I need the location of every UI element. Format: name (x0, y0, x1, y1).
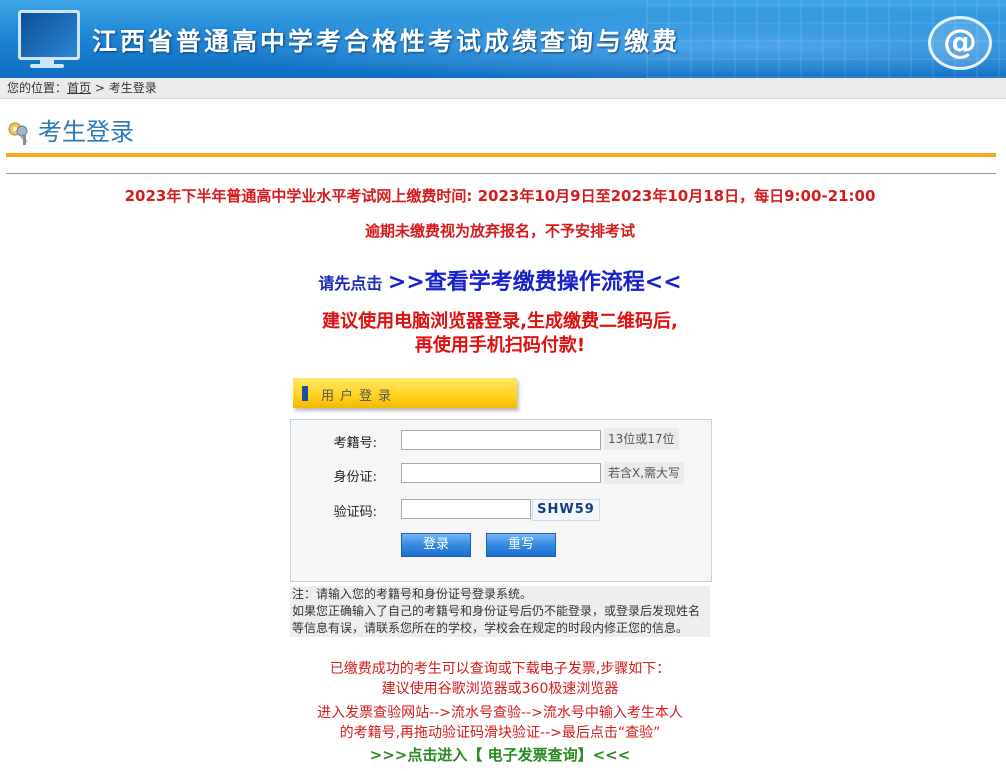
invoice-tip-line1: 已缴费成功的考生可以查询或下载电子发票,步骤如下： (329, 661, 671, 677)
site-title: 江西省普通高中学考合格性考试成绩查询与缴费 (92, 27, 681, 56)
deadline-warning: 逾期未缴费视为放弃报名，不予安排考试 (364, 222, 635, 240)
browser-advice-line2: 再使用手机扫码付款! (414, 335, 586, 356)
process-notice-prefix: 请先点击 (318, 274, 388, 293)
tab-marker-icon (302, 386, 308, 401)
id-card-label: 身份证: (333, 470, 377, 485)
captcha-image[interactable]: SHW59 (532, 499, 600, 521)
e-invoice-query-link[interactable]: >>>点击进入【 电子发票查询】<<< (0, 744, 1000, 765)
payment-period-notice: 2023年下半年普通高中学业水平考试网上缴费时间: 2023年10月9日至202… (124, 187, 876, 205)
invoice-tip-line4: 的考籍号,再拖动验证码滑块验证-->最后点击“查验” (339, 725, 661, 741)
verification-code-label: 验证码: (333, 505, 377, 520)
breadcrumb-home-link[interactable]: 首页 (67, 81, 91, 95)
monitor-icon (18, 10, 80, 60)
browser-advice: 建议使用电脑浏览器登录,生成缴费二维码后, 再使用手机扫码付款! (0, 310, 1000, 358)
divider (6, 173, 996, 174)
login-form: 考籍号: 13位或17位 身份证: 若含X,需大写 验证码: SHW59 登录 … (290, 419, 712, 582)
breadcrumb-current: 考生登录 (108, 81, 157, 95)
invoice-tip-line2: 建议使用谷歌浏览器或360极速浏览器 (381, 681, 619, 697)
exam-number-input[interactable] (401, 430, 601, 450)
login-note-line2: 如果您正确输入了自己的考籍号和身份证号后仍不能登录，或登录后发现姓名等信息有误，… (292, 604, 701, 635)
browser-advice-line1: 建议使用电脑浏览器登录,生成缴费二维码后, (322, 311, 678, 332)
breadcrumb-separator: > (91, 81, 109, 95)
reset-button[interactable]: 重写 (486, 533, 556, 557)
breadcrumb: 您的位置：首页 > 考生登录 (0, 78, 1006, 99)
payment-process-link[interactable]: >>查看学考缴费操作流程<< (388, 270, 682, 295)
page-title: 考生登录 (38, 118, 134, 146)
user-login-tab: 用户登录 (293, 378, 517, 408)
login-note: 注：请输入您的考籍号和身份证号登录系统。 如果您正确输入了自己的考籍号和身份证号… (290, 586, 710, 637)
at-sign-icon: @ (928, 16, 992, 70)
exam-number-hint: 13位或17位 (604, 428, 679, 450)
id-card-input[interactable] (401, 463, 601, 483)
login-button[interactable]: 登录 (401, 533, 471, 557)
exam-number-label: 考籍号: (333, 436, 377, 451)
verification-code-input[interactable] (401, 499, 531, 519)
header-banner: 江西省普通高中学考合格性考试成绩查询与缴费 @ (0, 0, 1006, 78)
breadcrumb-prefix: 您的位置： (7, 81, 68, 95)
title-underline (6, 153, 996, 157)
keys-icon (8, 122, 28, 145)
login-note-line1: 注：请输入您的考籍号和身份证号登录系统。 (292, 587, 533, 601)
id-card-hint: 若含X,需大写 (604, 462, 685, 484)
user-login-tab-label: 用户登录 (321, 389, 398, 404)
process-notice: 请先点击 >>查看学考缴费操作流程<< (0, 264, 1000, 296)
invoice-tip-line3: 进入发票查验网站-->流水号查验-->流水号中输入考生本人 (317, 705, 683, 721)
monitor-base-icon (30, 64, 64, 68)
